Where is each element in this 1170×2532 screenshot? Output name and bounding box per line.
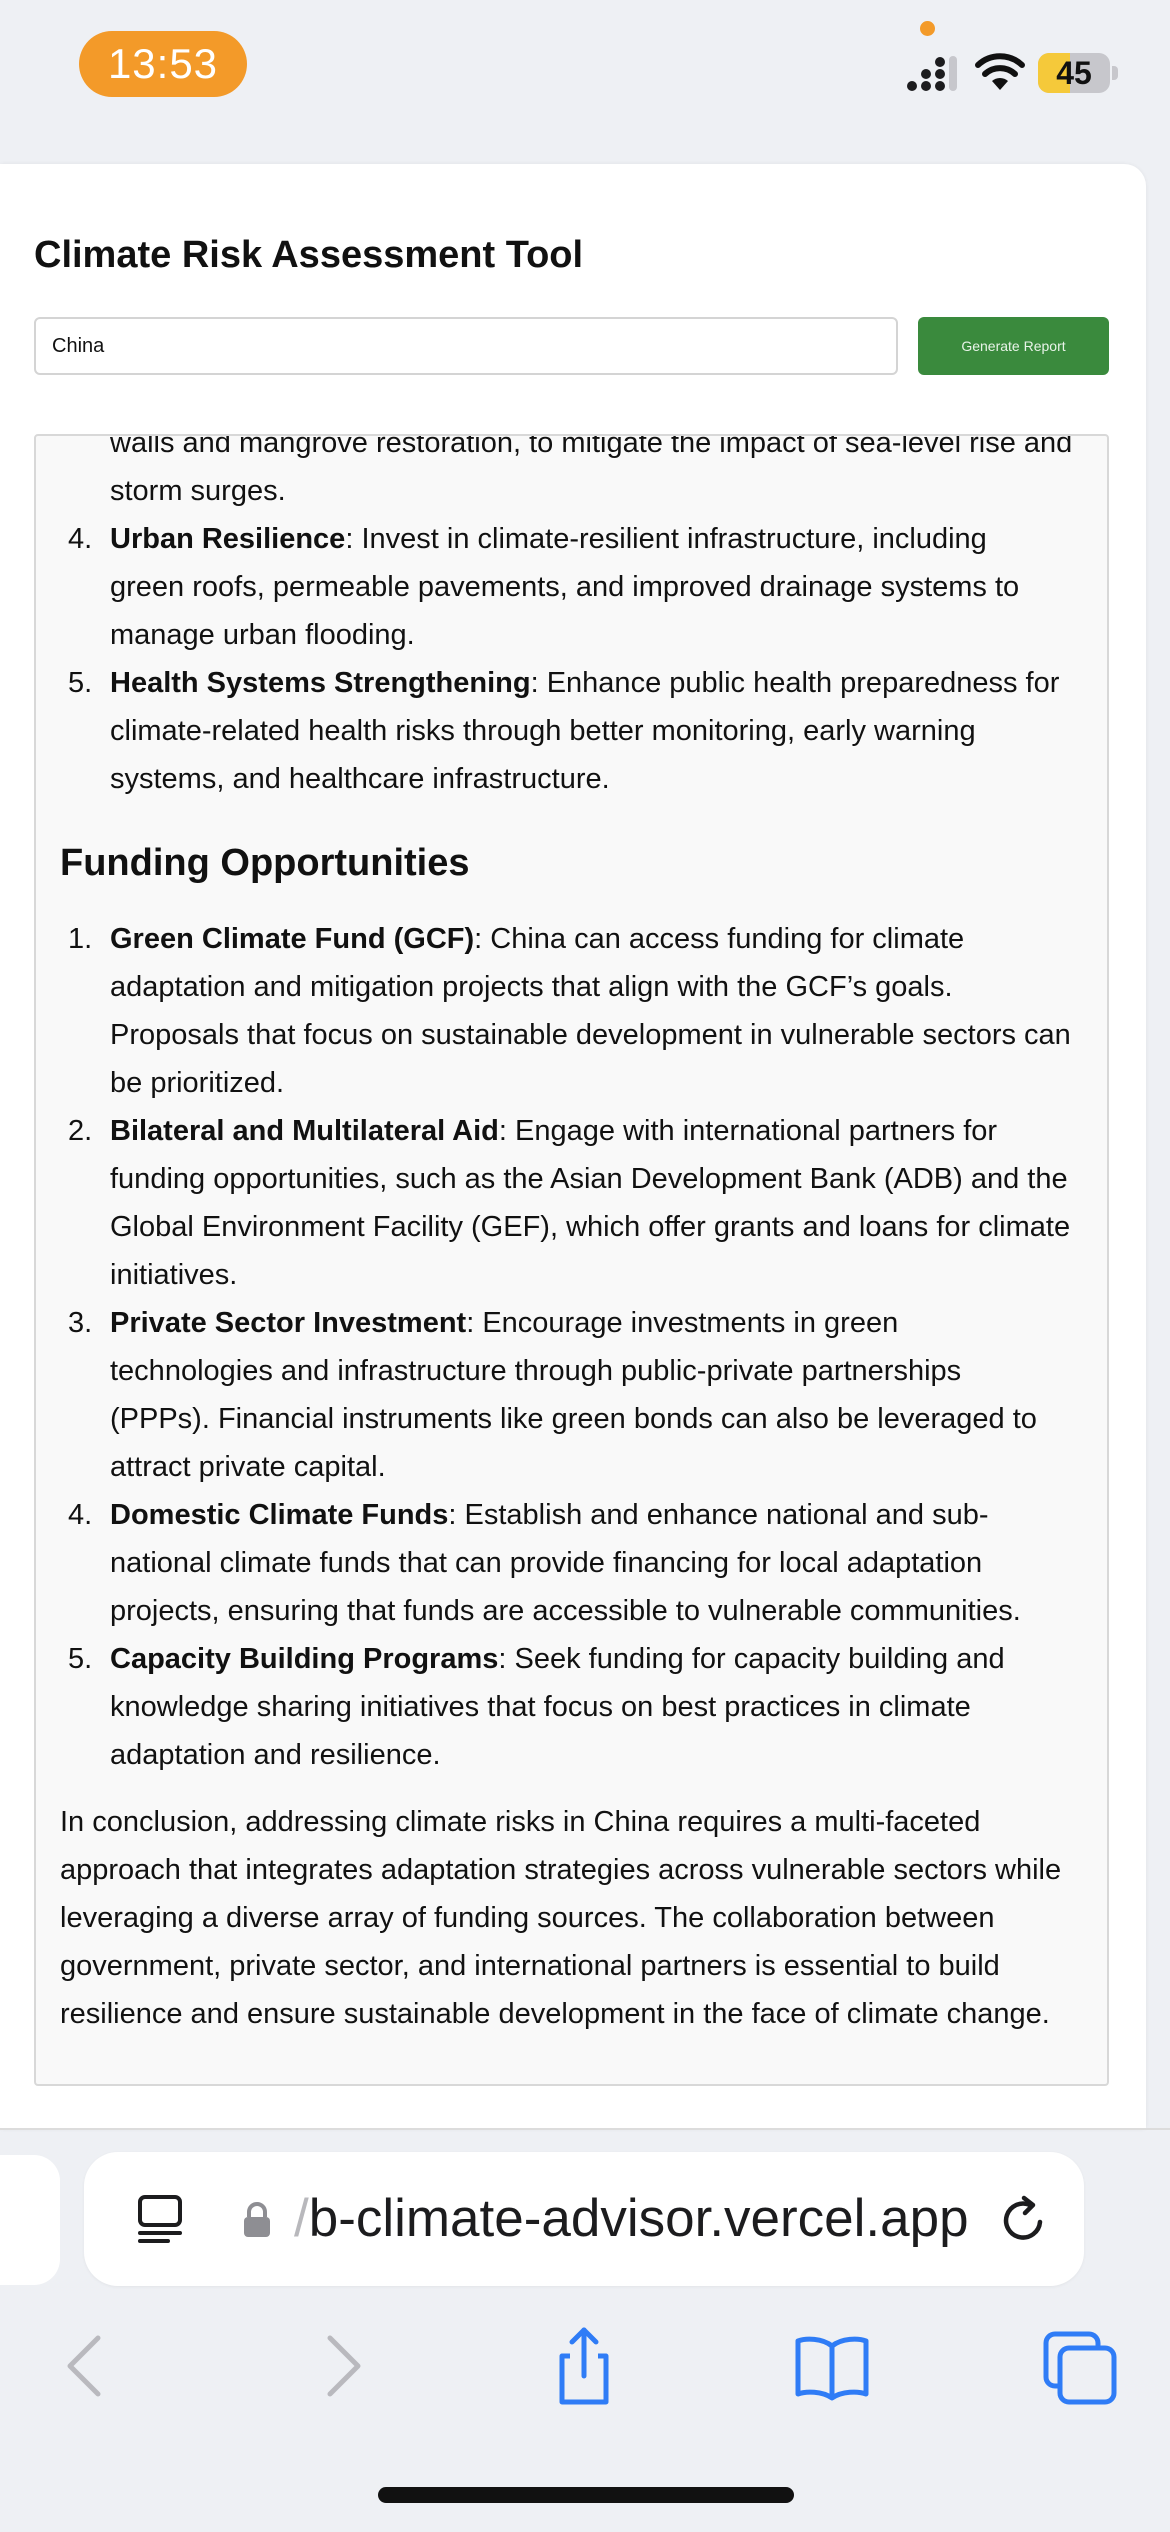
conclusion-line: government, private sector, and internat… xyxy=(60,1950,1000,1982)
conclusion-line: approach that integrates adaptation stra… xyxy=(60,1854,1062,1886)
list-item-title: Capacity Building Programs xyxy=(110,1643,499,1675)
web-page: Climate Risk Assessment Tool Generate Re… xyxy=(0,164,1146,2129)
list-item-title: Health Systems Strengthening xyxy=(110,667,531,699)
list-item-first-line: Domestic Climate Funds: Establish and en… xyxy=(110,1497,989,1533)
status-time: 13:53 xyxy=(79,31,247,97)
list-item-line: adaptation and mitigation projects that … xyxy=(110,971,953,1003)
report-line: walls and mangrove restoration, to mitig… xyxy=(110,434,1073,459)
cellular-signal-icon xyxy=(907,56,957,91)
list-item-line: (PPPs). Financial instruments like green… xyxy=(110,1403,1037,1435)
url-domain: b-climate-advisor.vercel.app xyxy=(308,2189,969,2248)
list-number: 1. xyxy=(68,923,93,955)
list-number: 4. xyxy=(68,1499,93,1531)
url-text[interactable]: /b-climate-advisor.vercel.app xyxy=(294,2188,969,2249)
address-bar[interactable]: /b-climate-advisor.vercel.app xyxy=(84,2152,1084,2286)
conclusion-line: resilience and ensure sustainable develo… xyxy=(60,1998,1050,2030)
list-item-line: manage urban flooding. xyxy=(110,619,415,651)
list-item-line: knowledge sharing initiatives that focus… xyxy=(110,1691,971,1723)
page-divider xyxy=(0,2128,1170,2130)
list-item-text: : Invest in climate-resilient infrastruc… xyxy=(345,523,987,555)
list-item-line: technologies and infrastructure through … xyxy=(110,1355,962,1387)
country-input[interactable] xyxy=(34,317,898,375)
list-item-title: Private Sector Investment xyxy=(110,1307,467,1339)
wifi-icon xyxy=(975,53,1025,90)
list-number: 5. xyxy=(68,667,93,699)
battery-icon: 45 xyxy=(1038,53,1118,93)
list-item-text: : Establish and enhance national and sub… xyxy=(448,1499,989,1531)
conclusion-line: In conclusion, addressing climate risks … xyxy=(60,1806,981,1838)
funding-heading: Funding Opportunities xyxy=(60,842,470,884)
list-item-title: Urban Resilience xyxy=(110,523,346,555)
status-bar: 13:53 45 xyxy=(0,0,1170,140)
list-item-title: Domestic Climate Funds xyxy=(110,1499,449,1531)
lock-icon xyxy=(244,2202,270,2237)
page-title: Climate Risk Assessment Tool xyxy=(34,234,584,276)
list-item-first-line: Private Sector Investment: Encourage inv… xyxy=(110,1305,898,1341)
home-indicator[interactable] xyxy=(378,2487,794,2503)
browser-toolbar xyxy=(0,2290,1170,2440)
list-item-line: projects, ensuring that funds are access… xyxy=(110,1595,1021,1627)
list-item-first-line: Green Climate Fund (GCF): China can acce… xyxy=(110,921,964,957)
list-item-line: Global Environment Facility (GEF), which… xyxy=(110,1211,1071,1243)
list-item-line: initiatives. xyxy=(110,1259,238,1291)
list-item-text: : China can access funding for climate xyxy=(474,923,965,955)
bookmarks-icon[interactable] xyxy=(792,2326,872,2406)
list-number: 4. xyxy=(68,523,93,555)
url-prefix: / xyxy=(294,2189,309,2248)
list-number: 5. xyxy=(68,1643,93,1675)
list-item-first-line: Health Systems Strengthening: Enhance pu… xyxy=(110,665,1059,701)
list-item-first-line: Bilateral and Multilateral Aid: Engage w… xyxy=(110,1113,997,1149)
conclusion-line: leveraging a diverse array of funding so… xyxy=(60,1902,995,1934)
list-item-title: Green Climate Fund (GCF) xyxy=(110,923,475,955)
list-item-text: : Engage with international partners for xyxy=(498,1115,998,1147)
list-item-line: systems, and healthcare infrastructure. xyxy=(110,763,610,795)
list-number: 3. xyxy=(68,1307,93,1339)
list-item-line: green roofs, permeable pavements, and im… xyxy=(110,571,1020,603)
list-item-title: Bilateral and Multilateral Aid xyxy=(110,1115,499,1147)
list-item-line: climate-related health risks through bet… xyxy=(110,715,976,747)
share-icon[interactable] xyxy=(544,2326,624,2406)
list-item-text: : Enhance public health preparedness for xyxy=(530,667,1060,699)
privacy-indicator-dot xyxy=(920,21,935,36)
reload-icon[interactable] xyxy=(996,2192,1052,2248)
previous-tab-preview[interactable] xyxy=(0,2155,60,2285)
list-item-first-line: Capacity Building Programs: Seek funding… xyxy=(110,1641,1005,1677)
list-item-line: Proposals that focus on sustainable deve… xyxy=(110,1019,1071,1051)
forward-icon[interactable] xyxy=(300,2326,380,2406)
generate-report-button[interactable]: Generate Report xyxy=(918,317,1109,375)
tabs-icon[interactable] xyxy=(1040,2326,1120,2406)
list-item-first-line: Urban Resilience: Invest in climate-resi… xyxy=(110,521,987,557)
list-item-text: : Seek funding for capacity building and xyxy=(498,1643,1005,1675)
list-item-line: be prioritized. xyxy=(110,1067,285,1099)
report-output[interactable]: walls and mangrove restoration, to mitig… xyxy=(34,434,1109,2086)
list-number: 2. xyxy=(68,1115,93,1147)
reader-icon[interactable] xyxy=(136,2194,184,2244)
battery-level: 45 xyxy=(1056,55,1092,91)
list-item-text: : Encourage investments in green xyxy=(466,1307,899,1339)
report-line: storm surges. xyxy=(110,475,286,507)
back-icon[interactable] xyxy=(48,2326,128,2406)
list-item-line: national climate funds that can provide … xyxy=(110,1547,983,1579)
list-item-line: adaptation and resilience. xyxy=(110,1739,441,1771)
list-item-line: funding opportunities, such as the Asian… xyxy=(110,1163,1068,1195)
list-item-line: attract private capital. xyxy=(110,1451,386,1483)
